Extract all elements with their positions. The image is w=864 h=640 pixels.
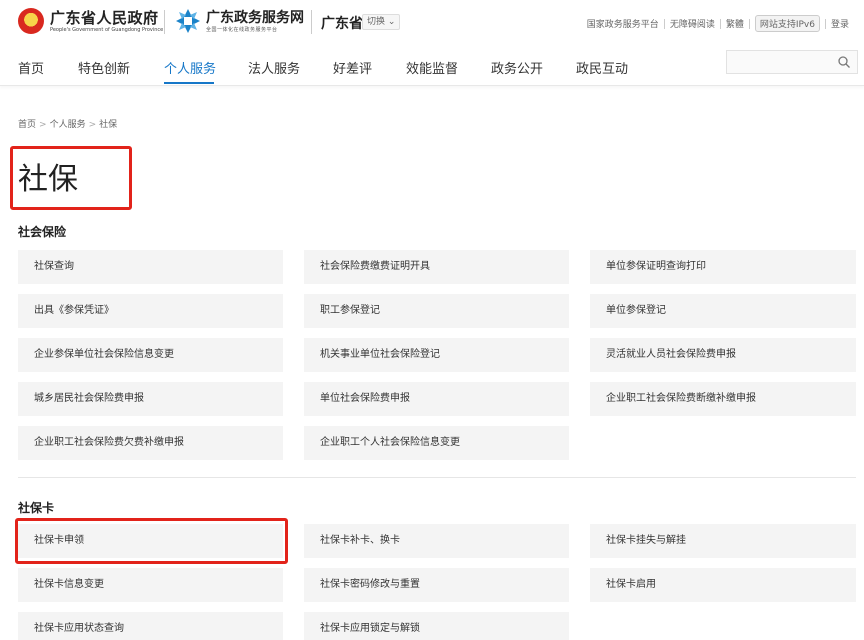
service-item[interactable]: 社保卡应用状态查询 (18, 612, 283, 640)
service-item[interactable]: 社会保险费缴费证明开具 (304, 250, 569, 284)
highlight-box (10, 146, 132, 210)
service-item[interactable]: 社保卡启用 (590, 568, 856, 602)
nav-home[interactable]: 首页 (18, 58, 44, 77)
service-item[interactable]: 企业职工个人社会保险信息变更 (304, 426, 569, 460)
active-tab-indicator (164, 82, 214, 84)
accessibility-link[interactable]: 无障碍阅读 (665, 17, 720, 30)
service-item[interactable]: 社保卡信息变更 (18, 568, 283, 602)
breadcrumb-personal-services[interactable]: 个人服务 (50, 120, 86, 130)
nav-featured[interactable]: 特色创新 (78, 58, 130, 77)
service-item[interactable]: 职工参保登记 (304, 294, 569, 328)
service-item[interactable]: 城乡居民社会保险费申报 (18, 382, 283, 416)
highlight-box (15, 518, 288, 564)
top-bar: 广东省人民政府 People's Government of Guangdong… (0, 0, 864, 46)
service-item[interactable]: 社保卡密码修改与重置 (304, 568, 569, 602)
breadcrumb-home[interactable]: 首页 (18, 120, 36, 130)
search-input[interactable] (726, 50, 858, 74)
service-item[interactable]: 社保卡应用锁定与解锁 (304, 612, 569, 640)
service-item[interactable]: 灵活就业人员社会保险费申报 (590, 338, 856, 372)
traditional-chinese-link[interactable]: 繁體 (721, 17, 749, 30)
section-title-social-security-card: 社保卡 (18, 501, 55, 515)
section-title-social-insurance: 社会保险 (18, 225, 67, 239)
breadcrumb: 首页 > 个人服务 > 社保 (18, 120, 118, 130)
service-item[interactable]: 企业参保单位社会保险信息变更 (18, 338, 283, 372)
breadcrumb-current: 社保 (99, 120, 118, 130)
service-item[interactable]: 单位参保登记 (590, 294, 856, 328)
service-item[interactable]: 社保查询 (18, 250, 283, 284)
divider (164, 10, 165, 34)
province-label: 广东省 (321, 16, 363, 32)
login-link[interactable]: 登录 (826, 17, 854, 30)
service-item[interactable]: 单位参保证明查询打印 (590, 250, 856, 284)
nav-corporate-services[interactable]: 法人服务 (248, 58, 300, 77)
divider (311, 10, 312, 34)
national-platform-link[interactable]: 国家政务服务平台 (582, 17, 664, 30)
gov-title[interactable]: 广东省人民政府 (50, 7, 159, 28)
main-nav: 首页 特色创新 个人服务 法人服务 好差评 效能监督 政务公开 政民互动 (0, 46, 864, 86)
service-item[interactable]: 企业职工社会保险费欠费补缴申报 (18, 426, 283, 460)
nav-interaction[interactable]: 政民互动 (576, 58, 628, 77)
nav-public-affairs[interactable]: 政务公开 (491, 58, 543, 77)
service-item[interactable]: 出具《参保凭证》 (18, 294, 283, 328)
top-links: 国家政务服务平台 无障碍阅读 繁體 网站支持IPv6 登录 (582, 15, 854, 32)
service-item[interactable]: 社保卡挂失与解挂 (590, 524, 856, 558)
gov-subtitle: People's Government of Guangdong Provinc… (50, 27, 164, 33)
nav-supervision[interactable]: 效能监督 (406, 58, 458, 77)
service-item[interactable]: 单位社会保险费申报 (304, 382, 569, 416)
section-divider (18, 477, 856, 478)
gd-service-logo-icon[interactable] (175, 8, 201, 34)
service-item[interactable]: 社保卡补卡、换卡 (304, 524, 569, 558)
service-item[interactable]: 机关事业单位社会保险登记 (304, 338, 569, 372)
nav-rating[interactable]: 好差评 (333, 58, 372, 77)
service-subtitle: 全国一体化在线政务服务平台 (206, 27, 278, 33)
nav-personal-services[interactable]: 个人服务 (164, 58, 216, 77)
service-item[interactable]: 企业职工社会保险费断缴补缴申报 (590, 382, 856, 416)
national-emblem-icon[interactable] (18, 8, 44, 34)
ipv6-badge: 网站支持IPv6 (754, 15, 820, 32)
search-icon[interactable] (837, 55, 851, 69)
service-title[interactable]: 广东政务服务网 (206, 7, 304, 27)
switch-region-button[interactable]: 切换 ⌄ (362, 14, 401, 30)
